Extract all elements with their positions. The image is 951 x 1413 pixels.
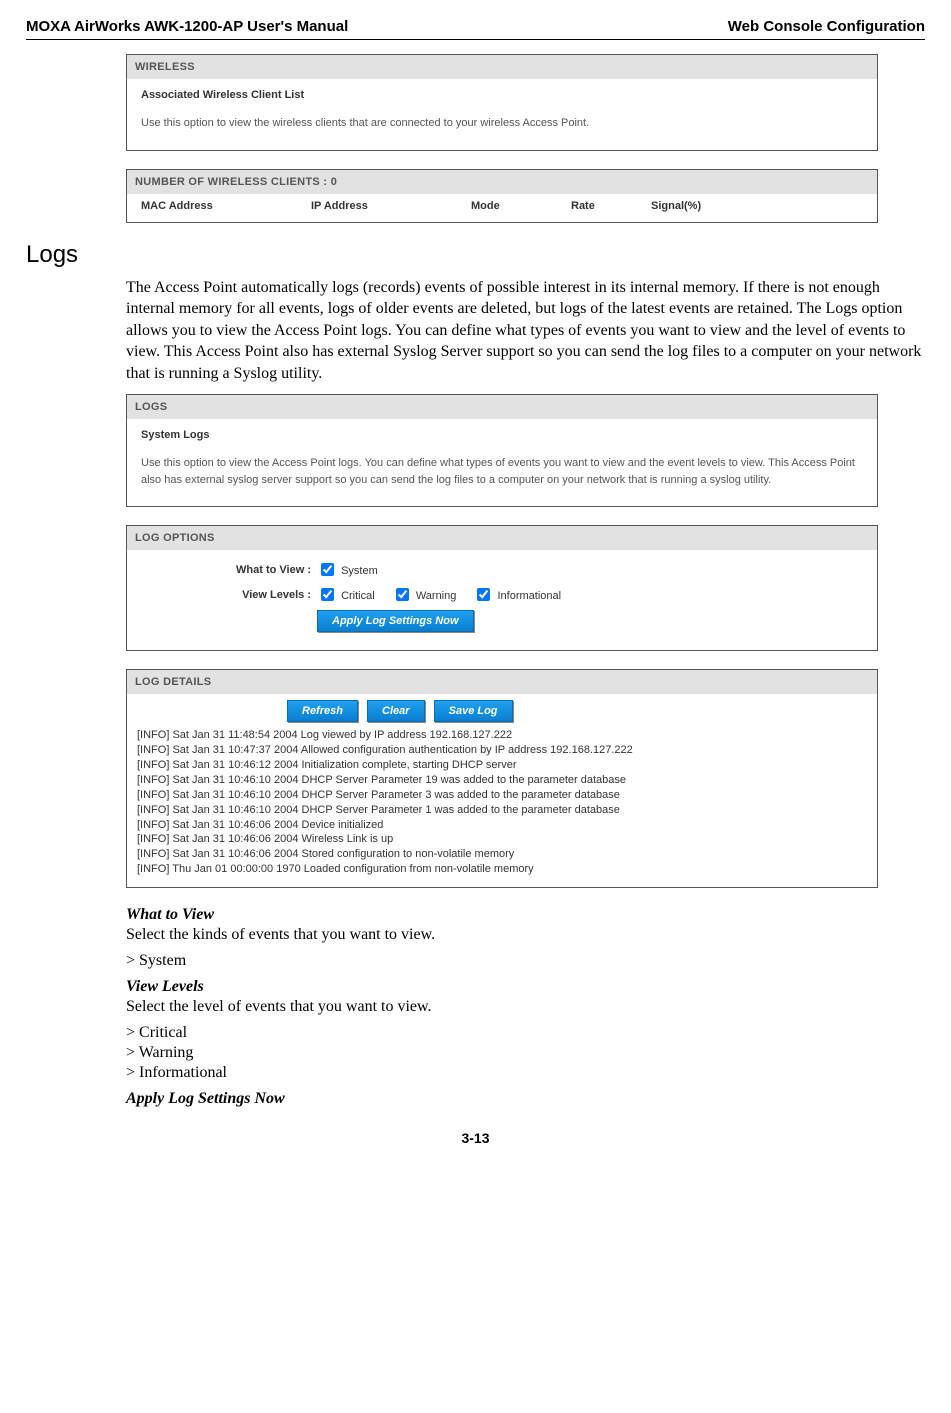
what-to-view-label: What to View : — [141, 564, 317, 576]
log-options-title: LOG OPTIONS — [127, 526, 877, 550]
logs-panel: LOGS System Logs Use this option to view… — [126, 394, 878, 507]
view-levels-item: > Informational — [126, 1064, 925, 1082]
logs-panel-sub: System Logs — [141, 429, 863, 441]
log-line: [INFO] Sat Jan 31 10:46:06 2004 Device i… — [137, 818, 867, 833]
clients-columns: MAC Address IP Address Mode Rate Signal(… — [127, 194, 877, 222]
log-details-panel: LOG DETAILS Refresh Clear Save Log [INFO… — [126, 669, 878, 887]
view-levels-item: > Warning — [126, 1044, 925, 1062]
log-line: [INFO] Sat Jan 31 10:46:10 2004 DHCP Ser… — [137, 803, 867, 818]
informational-checkbox-wrap[interactable]: Informational — [473, 590, 561, 602]
system-checkbox-wrap[interactable]: System — [317, 565, 378, 577]
save-log-button[interactable]: Save Log — [434, 700, 513, 722]
wireless-panel: WIRELESS Associated Wireless Client List… — [126, 54, 878, 151]
system-checkbox[interactable] — [321, 563, 334, 576]
view-levels-desc: Select the level of events that you want… — [126, 998, 925, 1016]
log-lines: [INFO] Sat Jan 31 11:48:54 2004 Log view… — [127, 728, 877, 886]
col-ip: IP Address — [311, 200, 471, 212]
wireless-panel-title: WIRELESS — [127, 55, 877, 79]
log-line: [INFO] Sat Jan 31 10:46:06 2004 Stored c… — [137, 847, 867, 862]
logs-panel-desc: Use this option to view the Access Point… — [141, 455, 863, 488]
warning-checkbox-wrap[interactable]: Warning — [392, 590, 460, 602]
critical-checkbox-label: Critical — [341, 590, 375, 602]
clients-panel-title: NUMBER OF WIRELESS CLIENTS : 0 — [127, 170, 877, 194]
wireless-figure: WIRELESS Associated Wireless Client List… — [126, 54, 925, 223]
log-line: [INFO] Sat Jan 31 11:48:54 2004 Log view… — [137, 728, 867, 743]
view-levels-label: View Levels : — [141, 589, 317, 601]
log-line: [INFO] Sat Jan 31 10:47:37 2004 Allowed … — [137, 743, 867, 758]
log-details-title: LOG DETAILS — [127, 670, 877, 694]
informational-checkbox-label: Informational — [498, 590, 562, 602]
col-rate: Rate — [571, 200, 651, 212]
apply-log-settings-button[interactable]: Apply Log Settings Now — [317, 610, 474, 632]
apply-log-settings-term: Apply Log Settings Now — [126, 1090, 925, 1108]
col-mac: MAC Address — [141, 200, 311, 212]
informational-checkbox[interactable] — [477, 588, 490, 601]
wireless-panel-sub: Associated Wireless Client List — [141, 89, 863, 101]
log-options-panel: LOG OPTIONS What to View : System View L… — [126, 525, 878, 651]
wireless-panel-desc: Use this option to view the wireless cli… — [141, 115, 863, 132]
critical-checkbox[interactable] — [321, 588, 334, 601]
what-to-view-item: > System — [126, 952, 925, 970]
log-line: [INFO] Sat Jan 31 10:46:12 2004 Initiali… — [137, 758, 867, 773]
refresh-button[interactable]: Refresh — [287, 700, 358, 722]
logs-heading: Logs — [26, 241, 925, 269]
page-number: 3-13 — [26, 1130, 925, 1146]
what-to-view-term: What to View — [126, 906, 925, 924]
view-levels-item: > Critical — [126, 1024, 925, 1042]
log-line: [INFO] Thu Jan 01 00:00:00 1970 Loaded c… — [137, 862, 867, 877]
running-header: MOXA AirWorks AWK-1200-AP User's Manual … — [26, 18, 925, 40]
critical-checkbox-wrap[interactable]: Critical — [317, 590, 378, 602]
log-line: [INFO] Sat Jan 31 10:46:10 2004 DHCP Ser… — [137, 773, 867, 788]
col-signal: Signal(%) — [651, 200, 731, 212]
clients-panel: NUMBER OF WIRELESS CLIENTS : 0 MAC Addre… — [126, 169, 878, 223]
view-levels-term: View Levels — [126, 978, 925, 996]
log-line: [INFO] Sat Jan 31 10:46:10 2004 DHCP Ser… — [137, 788, 867, 803]
log-line: [INFO] Sat Jan 31 10:46:06 2004 Wireless… — [137, 832, 867, 847]
warning-checkbox-label: Warning — [416, 590, 457, 602]
col-mode: Mode — [471, 200, 571, 212]
chapter-title: Web Console Configuration — [728, 18, 925, 35]
logs-paragraph: The Access Point automatically logs (rec… — [126, 277, 925, 385]
system-checkbox-label: System — [341, 565, 378, 577]
manual-title: MOXA AirWorks AWK-1200-AP User's Manual — [26, 18, 348, 35]
what-to-view-desc: Select the kinds of events that you want… — [126, 926, 925, 944]
clear-button[interactable]: Clear — [367, 700, 425, 722]
warning-checkbox[interactable] — [396, 588, 409, 601]
logs-figure: LOGS System Logs Use this option to view… — [126, 394, 925, 887]
logs-panel-title: LOGS — [127, 395, 877, 419]
